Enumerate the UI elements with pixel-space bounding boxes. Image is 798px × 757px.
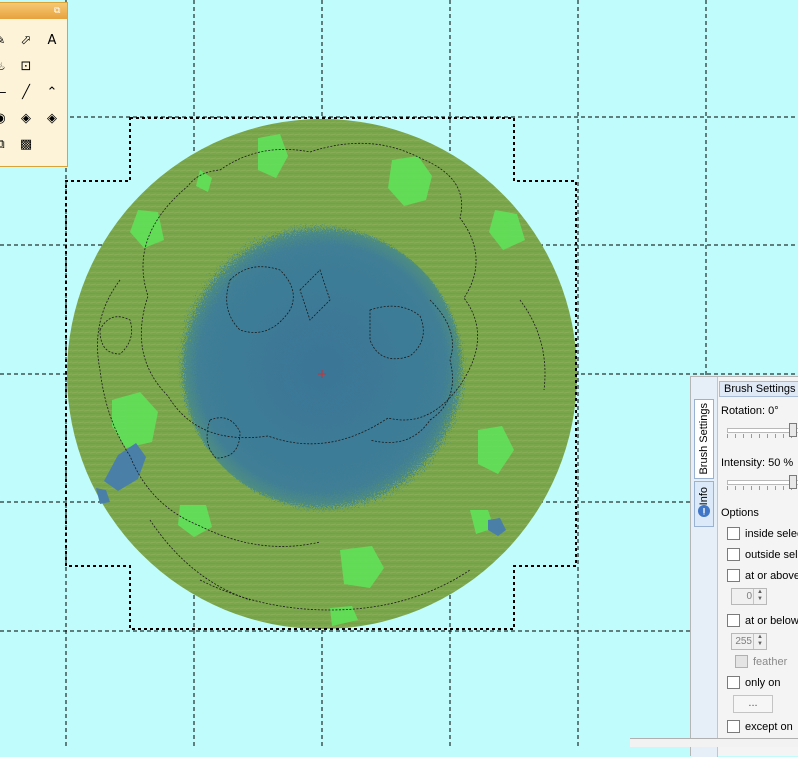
pencil-tool-icon[interactable]: ✎ [0, 29, 11, 51]
restore-window-icon[interactable]: ⧉ [54, 6, 63, 15]
text-tool-icon[interactable]: A [41, 29, 63, 51]
lower-tool-icon[interactable]: ◈ [41, 107, 63, 129]
inside-selection-label: inside selection [745, 527, 798, 540]
side-tab-strip: Brush Settings Info i [691, 377, 718, 757]
brush-settings-panel: Brush Settings Info i Brush Settings Rot… [690, 376, 798, 757]
at-or-below-option[interactable]: at or below [727, 614, 798, 627]
erosion-tool-icon[interactable]: ◉ [0, 107, 11, 129]
inside-selection-checkbox[interactable] [727, 527, 740, 540]
intensity-label: Intensity: 50 % [721, 457, 794, 469]
rotation-slider[interactable] [727, 423, 798, 438]
at-or-above-option[interactable]: at or above [727, 569, 798, 582]
stamp-tool-icon[interactable]: ⊡ [15, 55, 37, 77]
noise-tool-icon[interactable]: ▩ [15, 133, 37, 155]
at-or-below-checkbox[interactable] [727, 614, 740, 627]
inland-sea [182, 228, 462, 508]
at-or-below-label: at or below [745, 614, 798, 627]
only-on-browse-button[interactable]: ... [733, 695, 773, 713]
slope-line-tool-icon[interactable]: ╱ [15, 81, 37, 103]
except-on-checkbox[interactable] [727, 720, 740, 733]
spinner-arrows-icon[interactable]: ▲ ▼ [753, 634, 766, 649]
tool-grid: ✎⬀A♨⊡—╱⌃◉◈◈⧉▩ [0, 29, 65, 159]
info-icon: i [698, 505, 710, 518]
tab-brush-settings-label: Brush Settings [698, 403, 710, 475]
feather-option[interactable]: feather [735, 655, 787, 668]
at-or-above-label: at or above [745, 569, 798, 582]
empty-slot [41, 55, 63, 77]
tab-info-label: Info [698, 486, 710, 506]
fill-tool-icon[interactable]: ⬀ [15, 29, 37, 51]
tab-brush-settings[interactable]: Brush Settings [694, 399, 714, 479]
only-on-checkbox[interactable] [727, 676, 740, 689]
toolbox-titlebar[interactable]: ⧉ [0, 3, 67, 19]
line-tool-icon[interactable]: — [0, 81, 11, 103]
at-or-below-spinner[interactable]: 255 ▲ ▼ [731, 633, 767, 650]
panel-title: Brush Settings [719, 381, 798, 397]
map-canvas[interactable] [0, 0, 798, 746]
feather-checkbox[interactable] [735, 655, 748, 668]
fire-tool-icon[interactable]: ♨ [0, 55, 11, 77]
only-on-label: only on [745, 676, 781, 689]
raise-tool-icon[interactable]: ◈ [15, 107, 37, 129]
feather-label: feather [753, 655, 788, 668]
rotation-slider-thumb[interactable] [789, 423, 797, 437]
at-or-below-value: 255 [735, 636, 752, 647]
except-on-option[interactable]: except on [727, 720, 793, 733]
only-on-option[interactable]: only on [727, 676, 780, 689]
empty-slot [41, 133, 63, 155]
options-label: Options [721, 507, 759, 519]
tab-info[interactable]: Info i [694, 481, 714, 527]
spinner-arrows-icon[interactable]: ▲ ▼ [753, 589, 766, 604]
except-on-label: except on [745, 720, 793, 733]
at-or-above-checkbox[interactable] [727, 569, 740, 582]
intensity-slider-thumb[interactable] [789, 475, 797, 489]
at-or-above-spinner[interactable]: 0 ▲ ▼ [731, 588, 767, 605]
ridge-tool-icon[interactable]: ⌃ [41, 81, 63, 103]
copy-tool-icon[interactable]: ⧉ [0, 133, 11, 155]
inside-selection-option[interactable]: inside selection [727, 527, 798, 540]
outside-selection-option[interactable]: outside selection [727, 548, 798, 561]
rotation-label: Rotation: 0° [721, 405, 779, 417]
intensity-slider[interactable] [727, 475, 798, 490]
at-or-above-value: 0 [746, 591, 752, 602]
toolbox-window: ⧉ ✎⬀A♨⊡—╱⌃◉◈◈⧉▩ [0, 2, 68, 167]
outside-selection-label: outside selection [745, 548, 798, 561]
outside-selection-checkbox[interactable] [727, 548, 740, 561]
